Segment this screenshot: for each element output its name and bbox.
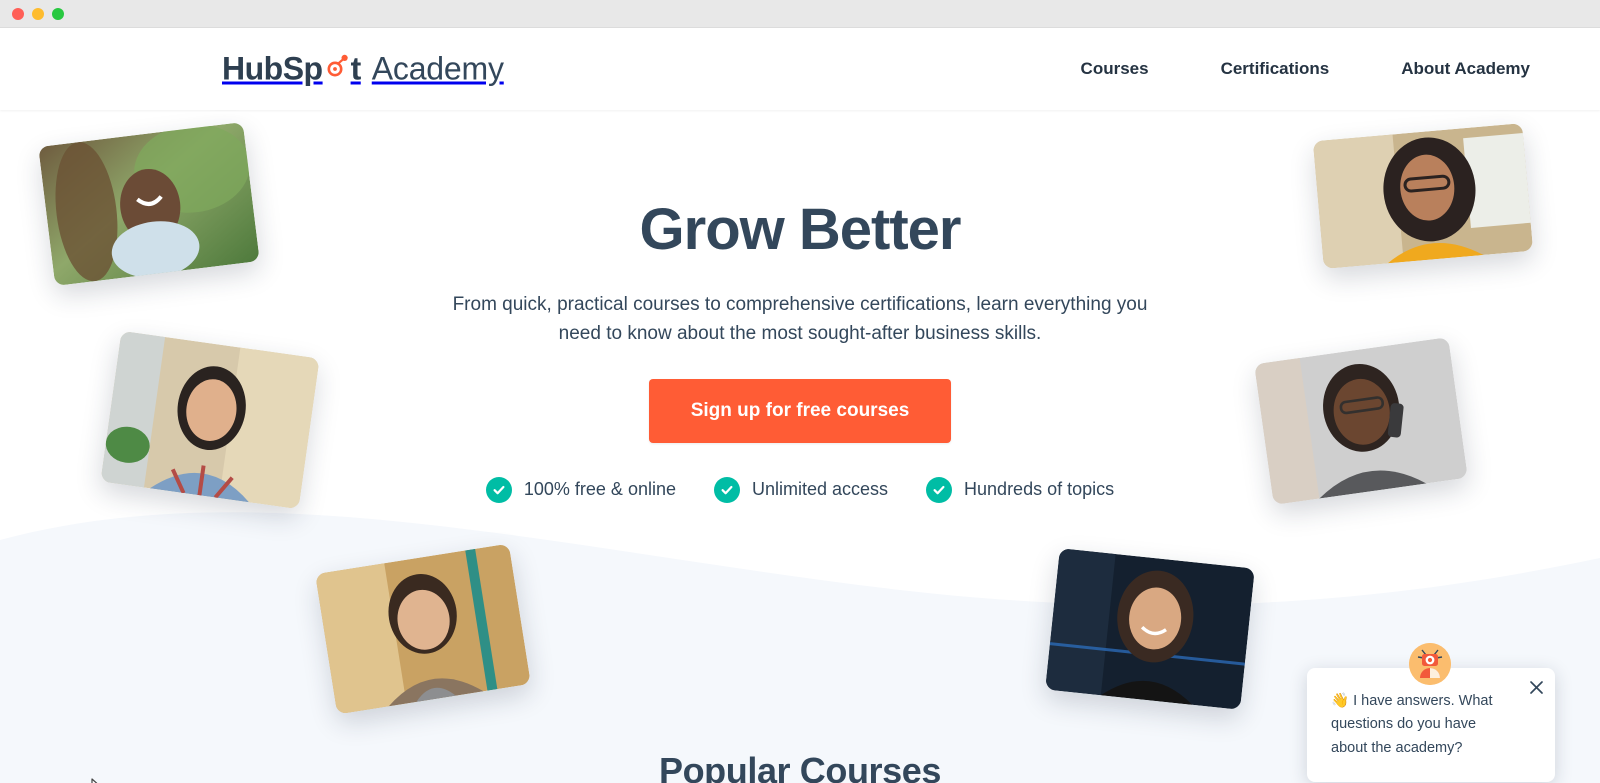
close-icon[interactable] — [1525, 676, 1547, 698]
check-circle-icon — [485, 476, 512, 503]
feature-label: Unlimited access — [751, 479, 889, 500]
nav-item-certifications[interactable]: Certifications — [1221, 49, 1330, 89]
feature-item-unlimited-access: Unlimited access — [713, 476, 889, 503]
hubspot-sprocket-icon — [324, 54, 350, 80]
window-title-bar — [0, 0, 1600, 28]
photo-woman-dark-background — [1045, 548, 1255, 710]
hero-content: Grow Better From quick, practical course… — [0, 110, 1600, 503]
nav-item-courses[interactable]: Courses — [1081, 49, 1149, 89]
chat-message-popup[interactable]: 👋 I have answers. What questions do you … — [1307, 668, 1555, 782]
chat-bot-avatar — [1409, 643, 1451, 685]
logo-brand-text: HubSp — [222, 50, 323, 87]
page-title: Grow Better — [639, 197, 962, 262]
hubspot-academy-logo[interactable]: HubSp t Academy — [222, 51, 504, 88]
logo-product-text: Academy — [371, 50, 504, 87]
window-zoom-button[interactable] — [52, 7, 64, 20]
window-close-button[interactable] — [12, 7, 24, 20]
site-header: HubSp t Academy Courses Certifications A… — [0, 28, 1600, 110]
browser-window: HubSp t Academy Courses Certifications A… — [0, 0, 1600, 783]
hero-section: Grow Better From quick, practical course… — [0, 110, 1600, 783]
feature-label: 100% free & online — [523, 479, 676, 500]
window-minimize-button[interactable] — [32, 7, 44, 20]
hero-subheading: From quick, practical courses to compreh… — [452, 293, 1148, 345]
feature-label: Hundreds of topics — [964, 479, 1115, 500]
logo-brand-tail: t — [350, 50, 362, 87]
main-navigation: Courses Certifications About Academy — [1081, 49, 1530, 89]
page-viewport: HubSp t Academy Courses Certifications A… — [0, 28, 1600, 783]
photo-man-warm-interior — [315, 543, 531, 715]
nav-item-about-academy[interactable]: About Academy — [1401, 49, 1530, 89]
check-circle-icon — [713, 476, 740, 503]
check-circle-icon — [926, 476, 953, 503]
signup-free-courses-button[interactable]: Sign up for free courses — [648, 378, 952, 443]
feature-item-hundreds-of-topics: Hundreds of topics — [926, 476, 1115, 503]
hero-feature-list: 100% free & online Unlimited access Hund… — [0, 476, 1600, 503]
feature-item-free-online: 100% free & online — [485, 476, 676, 503]
